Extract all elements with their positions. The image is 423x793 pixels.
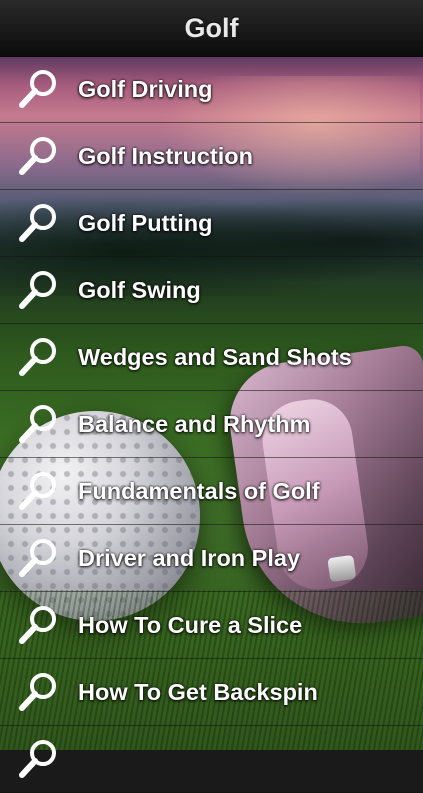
list-item-label: Golf Instruction bbox=[78, 142, 253, 169]
magnifier-icon bbox=[0, 324, 78, 391]
list-item[interactable]: How To Cure a Slice bbox=[0, 592, 423, 659]
list-item-label: Golf Swing bbox=[78, 276, 201, 303]
list-item-label: Driver and Iron Play bbox=[78, 544, 301, 571]
list-item-label: How To Cure a Slice bbox=[78, 611, 303, 638]
list-item-label: Golf Driving bbox=[78, 75, 213, 102]
list-item-label: How To Get Backspin bbox=[78, 678, 318, 705]
list-item-label: Golf Putting bbox=[78, 209, 213, 236]
list-item[interactable]: How To Get Backspin bbox=[0, 659, 423, 726]
magnifier-icon bbox=[0, 458, 78, 525]
list-item[interactable]: Golf Driving bbox=[0, 56, 423, 123]
list-item-label: Balance and Rhythm bbox=[78, 410, 311, 437]
list-item-label: Fundamentals of Golf bbox=[78, 477, 320, 504]
topic-list: Golf Driving Golf Instruction Golf Putti… bbox=[0, 56, 423, 793]
list-item[interactable]: Golf Putting bbox=[0, 190, 423, 257]
list-item-label: Wedges and Sand Shots bbox=[78, 343, 352, 370]
list-item[interactable]: Golf Swing bbox=[0, 257, 423, 324]
magnifier-icon bbox=[0, 257, 78, 324]
list-item[interactable]: Balance and Rhythm bbox=[0, 391, 423, 458]
magnifier-icon bbox=[0, 123, 78, 190]
magnifier-icon bbox=[0, 391, 78, 458]
page-title: Golf bbox=[184, 12, 239, 43]
magnifier-icon bbox=[0, 726, 78, 793]
magnifier-icon bbox=[0, 56, 78, 123]
nav-bar: Golf bbox=[0, 0, 423, 57]
magnifier-icon bbox=[0, 525, 78, 592]
list-item[interactable]: Wedges and Sand Shots bbox=[0, 324, 423, 391]
list-item[interactable]: Fundamentals of Golf bbox=[0, 458, 423, 525]
list-item[interactable] bbox=[0, 726, 423, 793]
magnifier-icon bbox=[0, 659, 78, 726]
list-item[interactable]: Golf Instruction bbox=[0, 123, 423, 190]
list-item[interactable]: Driver and Iron Play bbox=[0, 525, 423, 592]
magnifier-icon bbox=[0, 190, 78, 257]
magnifier-icon bbox=[0, 592, 78, 659]
